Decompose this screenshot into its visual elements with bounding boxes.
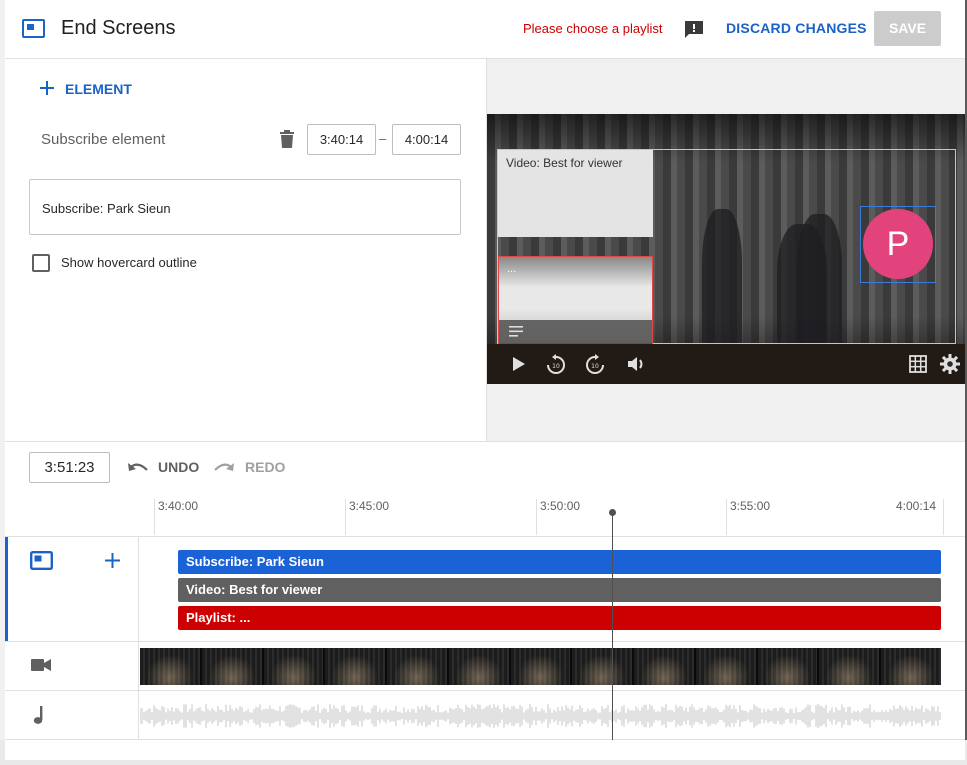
ruler-label: 3:40:00 (158, 499, 199, 513)
error-message: Please choose a playlist (523, 21, 663, 36)
playlist-icon (509, 326, 523, 337)
element-text-field[interactable]: Subscribe: Park Sieun (29, 179, 461, 235)
start-time-input[interactable]: 3:40:14 (307, 124, 376, 155)
video-filmstrip[interactable] (140, 648, 941, 685)
undo-icon[interactable] (126, 458, 150, 476)
feedback-icon[interactable] (683, 20, 705, 40)
ruler-tick (536, 499, 537, 535)
current-time-input[interactable]: 3:51:23 (29, 452, 110, 483)
video-track-bar[interactable]: Video: Best for viewer (178, 578, 941, 602)
end-screen-icon (22, 19, 45, 38)
ruler-label: 3:50:00 (540, 499, 581, 513)
film-frame (201, 648, 262, 685)
film-frame (387, 648, 447, 685)
preview-panel: Video: Best for viewer ... P 10 10 (486, 59, 965, 441)
play-icon[interactable] (507, 353, 529, 375)
track-header-divider (138, 536, 139, 740)
svg-text:10: 10 (591, 363, 599, 370)
end-screens-dialog: End Screens Please choose a playlist DIS… (5, 0, 965, 760)
checkbox-label: Show hovercard outline (61, 255, 197, 270)
element-name: Subscribe element (41, 131, 166, 148)
audio-waveform[interactable] (140, 701, 941, 731)
music-note-icon (33, 706, 43, 724)
film-frame (448, 648, 509, 685)
film-frame (140, 648, 200, 685)
end-screen-track: Subscribe: Park Sieun Video: Best for vi… (5, 536, 965, 642)
ruler-label: 4:00:14 (896, 499, 937, 513)
track-area: Subscribe: Park Sieun Video: Best for vi… (5, 536, 965, 740)
film-frame (819, 648, 880, 685)
playlist-element-card[interactable]: ... (498, 256, 653, 344)
redo-button[interactable]: REDO (245, 459, 285, 475)
settings-gear-icon[interactable] (939, 353, 961, 375)
subscribe-track-bar[interactable]: Subscribe: Park Sieun (178, 550, 941, 574)
trash-icon[interactable] (277, 129, 297, 149)
ruler-label: 3:55:00 (730, 499, 771, 513)
video-track (5, 641, 965, 690)
timeline-panel: 3:51:23 UNDO REDO 3:40:00 3:45:00 3:50:0… (5, 441, 965, 760)
playlist-card-text: ... (507, 263, 517, 275)
ruler-tick (943, 499, 944, 535)
player-controls: 10 10 (487, 349, 965, 379)
playlist-track-bar[interactable]: Playlist: ... (178, 606, 941, 630)
film-frame (634, 648, 694, 685)
add-element-plus-icon[interactable] (105, 553, 120, 568)
redo-icon[interactable] (212, 458, 236, 476)
page-title: End Screens (61, 17, 176, 39)
add-element-button[interactable]: ELEMENT (65, 81, 132, 97)
playhead[interactable] (612, 512, 613, 740)
ruler-tick (154, 499, 155, 535)
plus-icon[interactable] (40, 81, 54, 95)
film-frame (695, 648, 756, 685)
audio-track (5, 690, 965, 740)
film-frame (510, 648, 571, 685)
subscribe-element-box[interactable]: P (860, 206, 936, 283)
hovercard-outline-checkbox[interactable] (32, 254, 50, 272)
dialog-header: End Screens Please choose a playlist DIS… (5, 0, 965, 59)
volume-icon[interactable] (625, 353, 647, 375)
channel-avatar: P (863, 209, 933, 279)
ruler-tick (345, 499, 346, 535)
element-editor-panel: ELEMENT Subscribe element 3:40:14 – 4:00… (5, 59, 486, 441)
ruler-tick (726, 499, 727, 535)
undo-button[interactable]: UNDO (158, 459, 199, 475)
save-button[interactable]: SAVE (874, 11, 941, 46)
active-track-marker (5, 537, 8, 642)
video-element-card[interactable]: Video: Best for viewer (498, 150, 653, 237)
film-frame (263, 648, 324, 685)
svg-text:10: 10 (552, 363, 560, 370)
discard-changes-button[interactable]: DISCARD CHANGES (726, 20, 867, 36)
film-frame (325, 648, 386, 685)
film-frame (572, 648, 633, 685)
end-screen-track-icon (30, 551, 53, 570)
time-separator: – (379, 131, 387, 146)
playlist-card-bar (499, 320, 652, 344)
end-time-input[interactable]: 4:00:14 (392, 124, 461, 155)
video-preview[interactable]: Video: Best for viewer ... P 10 10 (487, 114, 965, 384)
forward-10-icon[interactable]: 10 (584, 353, 606, 375)
video-camera-icon (31, 659, 51, 671)
ruler-label: 3:45:00 (349, 499, 390, 513)
film-frame (757, 648, 818, 685)
grid-icon[interactable] (907, 353, 929, 375)
film-frame (881, 648, 941, 685)
rewind-10-icon[interactable]: 10 (545, 353, 567, 375)
